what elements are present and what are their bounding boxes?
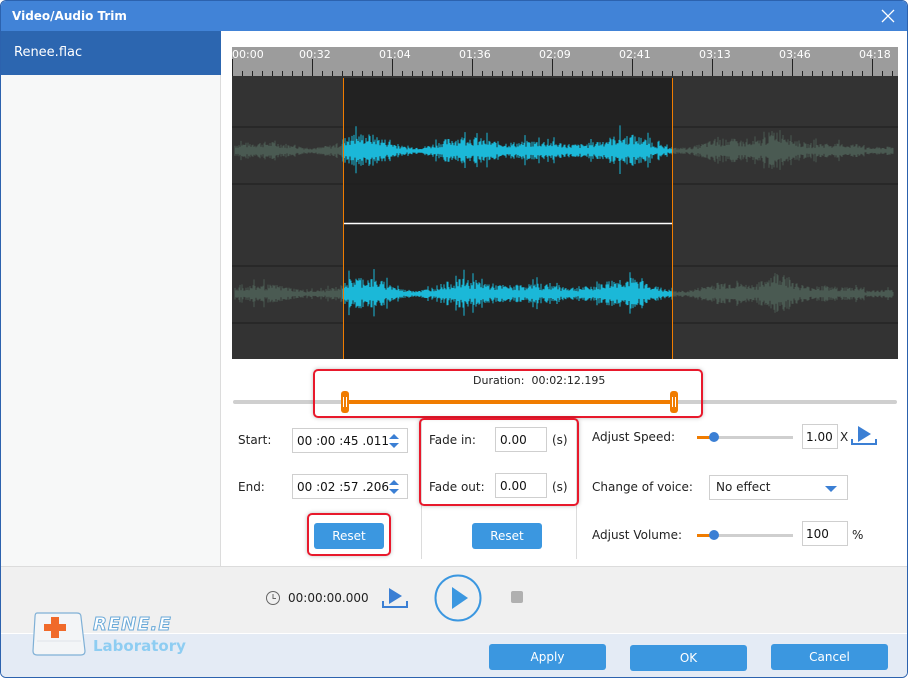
- end-time-stepper[interactable]: [388, 478, 400, 496]
- waveform-view[interactable]: [232, 78, 898, 359]
- logo-icon: [32, 612, 86, 656]
- ok-button[interactable]: OK: [630, 645, 747, 671]
- close-icon[interactable]: [879, 7, 897, 25]
- ruler-label: 00:32: [299, 48, 331, 61]
- start-time-value: 00 :00 :45 .011: [297, 434, 390, 448]
- volume-label: Adjust Volume:: [592, 528, 682, 542]
- voice-label: Change of voice:: [592, 480, 693, 494]
- volume-field[interactable]: 100: [802, 521, 848, 546]
- ruler-label: 01:36: [459, 48, 491, 61]
- apply-button[interactable]: Apply: [489, 644, 606, 670]
- waveform: [232, 78, 898, 359]
- voice-dropdown[interactable]: No effect: [709, 475, 848, 500]
- speed-slider-knob[interactable]: [709, 432, 719, 442]
- end-time-value: 00 :02 :57 .206: [297, 480, 390, 494]
- speed-field[interactable]: 1.00: [802, 424, 838, 449]
- title-bar: Video/Audio Trim: [1, 1, 907, 31]
- end-label: End:: [238, 480, 265, 494]
- chevron-down-icon: [825, 486, 837, 492]
- logo-brand: RENE.E: [93, 614, 172, 636]
- play-preview-icon[interactable]: [851, 424, 877, 446]
- voice-selected-value: No effect: [716, 480, 771, 494]
- ruler-label: 04:18: [859, 48, 891, 61]
- trim-dialog: Video/Audio Trim Renee.flac 00:00 00:32 …: [0, 0, 908, 678]
- ruler-label: 01:04: [379, 48, 411, 61]
- playback-time: 00:00:00.000: [288, 591, 369, 605]
- ruler-label: 02:41: [619, 48, 651, 61]
- waveform-selected-channel-1: [342, 125, 673, 174]
- play-button[interactable]: [433, 573, 483, 623]
- timeline-ruler[interactable]: 00:00 00:32 01:04 01:36 02:09 02:41 03:1…: [232, 47, 898, 78]
- speed-value: 1.00: [806, 430, 833, 444]
- volume-unit: %: [852, 528, 864, 542]
- ruler-label: 03:13: [699, 48, 731, 61]
- volume-slider-knob[interactable]: [709, 530, 719, 540]
- clock-icon: [266, 591, 280, 605]
- highlight-fade: [419, 418, 579, 506]
- dialog-title: Video/Audio Trim: [12, 9, 127, 23]
- cancel-button[interactable]: Cancel: [771, 644, 888, 670]
- highlight-duration: [313, 369, 703, 418]
- stop-icon[interactable]: [511, 591, 523, 603]
- play-icon: [452, 587, 468, 609]
- logo-sub: Laboratory: [93, 637, 186, 655]
- fade-reset-button[interactable]: Reset: [472, 523, 542, 549]
- play-selection-icon[interactable]: [382, 585, 408, 609]
- ruler-label: 03:46: [779, 48, 811, 61]
- speed-unit: X: [840, 430, 849, 444]
- start-time-stepper[interactable]: [388, 432, 400, 450]
- start-label: Start:: [238, 433, 272, 447]
- ruler-label: 02:09: [539, 48, 571, 61]
- waveform-selected-channel-2: [342, 269, 673, 317]
- file-list: Renee.flac: [1, 31, 221, 566]
- highlight-trim-reset: [307, 513, 391, 556]
- speed-label: Adjust Speed:: [592, 430, 675, 444]
- file-name: Renee.flac: [14, 45, 83, 60]
- ruler-label: 00:00: [232, 48, 264, 61]
- volume-value: 100: [806, 527, 829, 541]
- file-list-item[interactable]: Renee.flac: [1, 31, 221, 75]
